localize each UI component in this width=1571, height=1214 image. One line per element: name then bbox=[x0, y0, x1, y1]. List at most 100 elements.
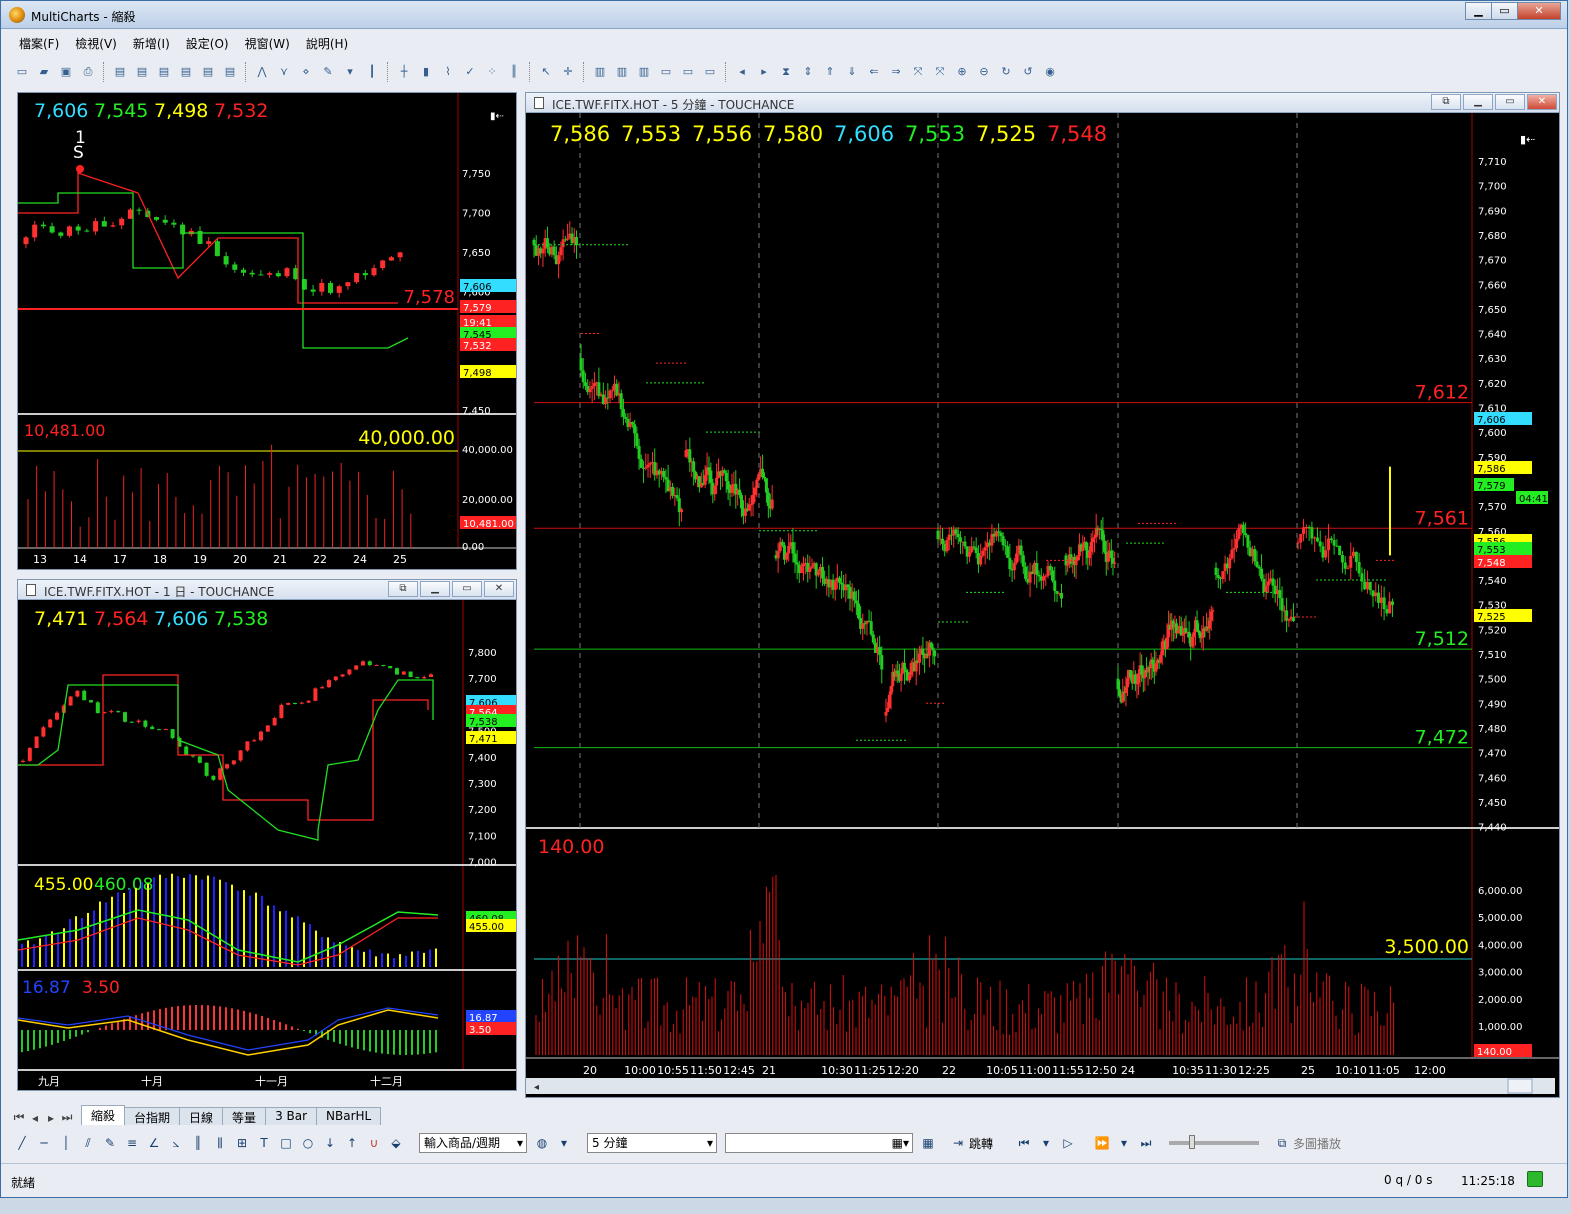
point-figure-icon[interactable]: ⁘ bbox=[483, 63, 501, 81]
refresh-icon[interactable]: ↻ bbox=[997, 63, 1015, 81]
minimize-button[interactable]: ▁ bbox=[1465, 2, 1492, 20]
chart-close-button[interactable]: ✕ bbox=[1527, 94, 1557, 110]
right-icon[interactable]: ⇒ bbox=[887, 63, 905, 81]
scroll-right-icon[interactable]: ▸ bbox=[755, 63, 773, 81]
gann-icon[interactable]: ∠ bbox=[145, 1134, 163, 1152]
pencil-icon[interactable]: ✎ bbox=[101, 1134, 119, 1152]
zoom-in-icon[interactable]: ⊕ bbox=[953, 63, 971, 81]
cursor-icon[interactable]: ↖ bbox=[537, 63, 555, 81]
chart-5min[interactable]: ICE.TWF.FITX.HOT - 5 分鐘 - TOUCHANCE ⧉ ▁ … bbox=[525, 92, 1560, 1098]
chart-daily[interactable]: ICE.TWF.FITX.HOT - 1 日 - TOUCHANCE ⧉ ▁ ▭… bbox=[17, 579, 517, 1091]
chart-icon[interactable]: ▤ bbox=[177, 63, 195, 81]
dom-icon[interactable]: ▥ bbox=[591, 63, 609, 81]
bars-icon[interactable]: ║ bbox=[505, 63, 523, 81]
rect-icon[interactable]: □ bbox=[277, 1134, 295, 1152]
symbol-select[interactable]: 輸入商品/週期 ▾ bbox=[419, 1133, 527, 1153]
grid-icon[interactable]: ⊞ bbox=[233, 1134, 251, 1152]
tab-workspace[interactable]: 3 Bar bbox=[265, 1107, 318, 1125]
scroll-thumb[interactable] bbox=[1507, 1078, 1533, 1094]
tab-workspace[interactable]: 等量 bbox=[222, 1107, 267, 1125]
vline-icon[interactable]: │ bbox=[57, 1134, 75, 1152]
chevron-down-icon[interactable]: ▾ bbox=[1037, 1134, 1055, 1152]
crosshair-icon[interactable]: ✛ bbox=[559, 63, 577, 81]
chart-close-button[interactable]: ✕ bbox=[484, 581, 514, 597]
window-icon[interactable]: ▭ bbox=[657, 63, 675, 81]
menu-window[interactable]: 視窗(W) bbox=[237, 34, 298, 54]
chevron-down-icon[interactable]: ▾ bbox=[1115, 1134, 1133, 1152]
left-icon[interactable]: ⇐ bbox=[865, 63, 883, 81]
menu-view[interactable]: 檢視(V) bbox=[67, 34, 125, 54]
ellipse-icon[interactable]: ○ bbox=[299, 1134, 317, 1152]
line-icon[interactable]: ╱ bbox=[13, 1134, 31, 1152]
ohlc-icon[interactable]: ┼ bbox=[395, 63, 413, 81]
speed-slider[interactable] bbox=[1169, 1135, 1260, 1149]
brush-icon[interactable]: ✎ bbox=[319, 63, 337, 81]
chart-icon[interactable]: ▤ bbox=[155, 63, 173, 81]
first-tab-icon[interactable]: ⏮ bbox=[11, 1110, 27, 1125]
new-icon[interactable]: ▭ bbox=[13, 63, 31, 81]
magnet-icon[interactable]: ∪ bbox=[365, 1134, 383, 1152]
text-icon[interactable]: T bbox=[255, 1134, 273, 1152]
chart-minimize-button[interactable]: ▁ bbox=[1463, 94, 1493, 110]
indicator-icon[interactable]: ⋀ bbox=[253, 63, 271, 81]
paint-icon[interactable]: ⬙ bbox=[387, 1134, 405, 1152]
date-input[interactable]: ▦▾ bbox=[725, 1133, 913, 1153]
chart-top-left[interactable]: 7,606 7,545 7,498 7,532 ▮⇠ 7,750 7,700 7,650 7,6… bbox=[17, 92, 517, 570]
menu-settings[interactable]: 設定(O) bbox=[178, 34, 237, 54]
step-icon[interactable]: ▷ bbox=[1059, 1134, 1077, 1152]
tab-workspace[interactable]: 縮殺 bbox=[81, 1105, 126, 1125]
hline-icon[interactable]: ─ bbox=[35, 1134, 53, 1152]
menu-help[interactable]: 說明(H) bbox=[298, 34, 356, 54]
maximize-button[interactable]: ▭ bbox=[1491, 2, 1518, 20]
chart-maximize-button[interactable]: ▭ bbox=[452, 581, 482, 597]
chart-maximize-button[interactable]: ▭ bbox=[1495, 94, 1525, 110]
dom-icon[interactable]: ▥ bbox=[635, 63, 653, 81]
chart-icon[interactable]: ▤ bbox=[111, 63, 129, 81]
signal-icon[interactable]: ⋄ bbox=[297, 63, 315, 81]
chevron-down-icon[interactable]: ▾ bbox=[555, 1134, 573, 1152]
play-icon[interactable]: ⏩ bbox=[1093, 1134, 1111, 1152]
chart-restore-button[interactable]: ⧉ bbox=[1431, 94, 1461, 110]
fit-icon[interactable]: ⤧ bbox=[931, 63, 949, 81]
rewind-icon[interactable]: ⏮ bbox=[1015, 1134, 1033, 1152]
regression-icon[interactable]: ⫼ bbox=[211, 1134, 229, 1152]
globe-icon[interactable]: ◍ bbox=[533, 1134, 551, 1152]
zoom-out-icon[interactable]: ⊖ bbox=[975, 63, 993, 81]
chart-icon[interactable]: ▤ bbox=[221, 63, 239, 81]
fib-icon[interactable]: ≡ bbox=[123, 1134, 141, 1152]
interval-select[interactable]: 5 分鐘 ▾ bbox=[587, 1133, 717, 1153]
multi-play-label[interactable]: 多圖播放 bbox=[1293, 1135, 1341, 1152]
prev-tab-icon[interactable]: ◂ bbox=[27, 1111, 43, 1125]
chart-minimize-button[interactable]: ▁ bbox=[420, 581, 450, 597]
chart-restore-button[interactable]: ⧉ bbox=[388, 581, 418, 597]
last-tab-icon[interactable]: ⏭ bbox=[59, 1110, 75, 1125]
menu-file[interactable]: 檔案(F) bbox=[11, 34, 67, 54]
strategy-icon[interactable]: ⋎ bbox=[275, 63, 293, 81]
candle-icon[interactable]: ▮ bbox=[417, 63, 435, 81]
replay-icon[interactable]: ↺ bbox=[1019, 63, 1037, 81]
dropdown-icon[interactable]: ▾ bbox=[341, 63, 359, 81]
close-button[interactable]: ✕ bbox=[1517, 2, 1561, 20]
up-icon[interactable]: ⇑ bbox=[821, 63, 839, 81]
print-icon[interactable]: ⎙ bbox=[79, 63, 97, 81]
channel-icon[interactable]: ⫽ bbox=[79, 1134, 97, 1152]
eye-icon[interactable]: ◉ bbox=[1041, 63, 1059, 81]
fit-icon[interactable]: ⤧ bbox=[909, 63, 927, 81]
window-icon[interactable]: ▭ bbox=[701, 63, 719, 81]
save-icon[interactable]: ▣ bbox=[57, 63, 75, 81]
check-icon[interactable]: ✓ bbox=[461, 63, 479, 81]
bar-chart-icon[interactable]: ┃ bbox=[363, 63, 381, 81]
horizontal-scrollbar[interactable] bbox=[526, 1078, 1555, 1094]
tab-workspace[interactable]: 台指期 bbox=[124, 1107, 181, 1125]
chart-icon[interactable]: ▤ bbox=[199, 63, 217, 81]
tab-workspace[interactable]: 日線 bbox=[179, 1107, 224, 1125]
angle-icon[interactable]: ⦣ bbox=[167, 1134, 185, 1152]
cycle-icon[interactable]: ║ bbox=[189, 1134, 207, 1152]
arrow-up-icon[interactable]: ↑ bbox=[343, 1134, 361, 1152]
multi-play-icon[interactable]: ⧉ bbox=[1273, 1134, 1291, 1152]
arrow-down-icon[interactable]: ↓ bbox=[321, 1134, 339, 1152]
line-chart-icon[interactable]: ⌇ bbox=[439, 63, 457, 81]
open-icon[interactable]: ▰ bbox=[35, 63, 53, 81]
window-icon[interactable]: ▭ bbox=[679, 63, 697, 81]
sandglass-icon[interactable]: ⧗ bbox=[777, 63, 795, 81]
